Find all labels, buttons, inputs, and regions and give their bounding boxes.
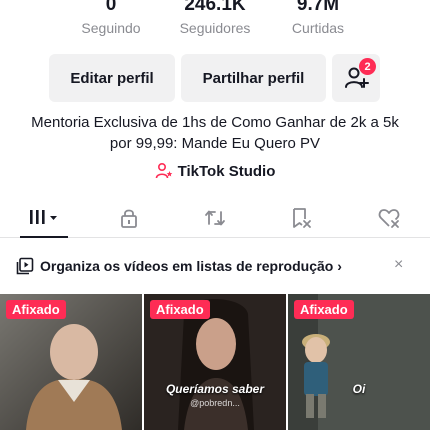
stat-likes[interactable]: 9.7M Curtidas (263, 0, 373, 37)
share-profile-button[interactable]: Partilhar perfil (181, 54, 326, 102)
likes-label: Curtidas (291, 20, 345, 36)
pinned-badge: Afixado (150, 300, 210, 319)
video-thumbnail[interactable]: Afixado Oi (288, 294, 430, 430)
studio-user-icon (155, 162, 172, 179)
playlist-text: Organiza os vídeos em listas de reproduç… (40, 258, 334, 274)
following-label: Seguindo (81, 20, 141, 36)
tab-reposts[interactable] (196, 198, 234, 238)
repost-icon (205, 210, 225, 226)
playlist-banner-text: Organiza os vídeos em listas de reproduç… (40, 258, 342, 274)
video-caption: Oi (352, 382, 366, 396)
video-caption: Queríamos saber (165, 382, 265, 396)
lock-icon (121, 209, 137, 228)
tab-private[interactable] (110, 198, 148, 238)
pinned-badge: Afixado (294, 300, 354, 319)
edit-profile-button[interactable]: Editar perfil (49, 54, 175, 102)
tab-videos[interactable] (20, 198, 68, 238)
tab-liked[interactable] (370, 198, 408, 238)
pinned-badge: Afixado (6, 300, 66, 319)
playlist-icon (16, 257, 34, 275)
chevron-right-icon: › (337, 258, 342, 274)
favorites-icon (293, 208, 311, 228)
profile-bio: Mentoria Exclusiva de 1hs de Como Ganhar… (31, 114, 399, 152)
close-icon[interactable]: × (394, 256, 403, 274)
tiktok-studio-link[interactable]: TikTok Studio (0, 162, 430, 180)
stat-following[interactable]: 0 Seguindo (56, 0, 166, 37)
likes-count: 9.7M (296, 0, 340, 15)
following-count: 0 (105, 0, 117, 15)
profile-stats: 0 Seguindo 246.1K Seguidores 9.7M Curtid… (0, 0, 430, 42)
notification-badge: 2 (359, 58, 376, 75)
video-thumbnail[interactable]: Afixado (0, 294, 142, 430)
add-friends-button[interactable]: 2 (332, 54, 380, 102)
playlist-banner[interactable]: Organiza os vídeos em listas de reproduç… (0, 238, 430, 294)
video-watermark: @pobredn... (190, 398, 240, 408)
tab-favorites[interactable] (282, 198, 320, 238)
studio-label: TikTok Studio (177, 162, 276, 180)
video-grid: Afixado Afixado Queríamos saber @pobredn… (0, 294, 430, 430)
profile-tabs (0, 198, 430, 238)
followers-count: 246.1K (184, 0, 246, 15)
liked-heart-icon (378, 209, 400, 228)
followers-label: Seguidores (179, 20, 251, 36)
video-thumbnail[interactable]: Afixado Queríamos saber @pobredn... (144, 294, 286, 430)
stat-followers[interactable]: 246.1K Seguidores (160, 0, 270, 37)
grid-icon (30, 210, 57, 224)
